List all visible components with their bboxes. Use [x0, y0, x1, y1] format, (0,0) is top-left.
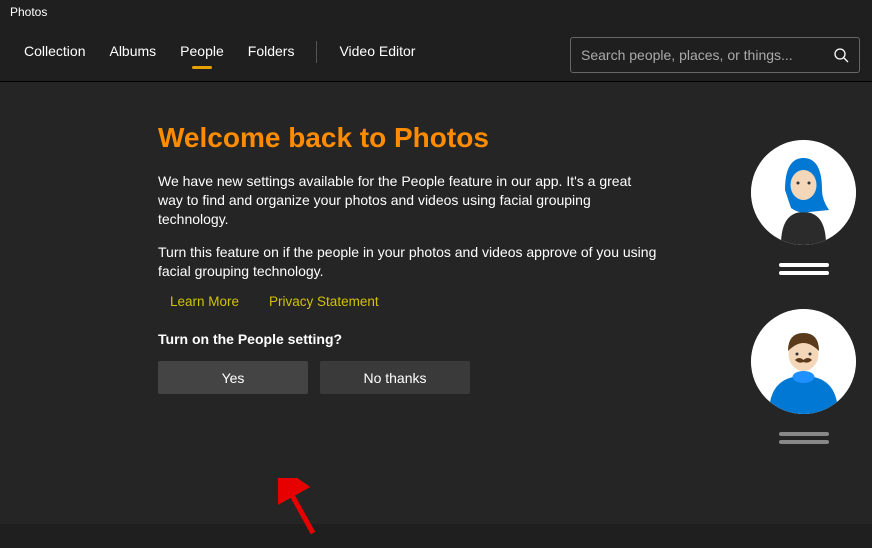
tab-folders[interactable]: Folders [236, 37, 307, 73]
main-content: Welcome back to Photos We have new setti… [0, 82, 872, 524]
search-input[interactable] [581, 47, 833, 63]
no-thanks-button[interactable]: No thanks [320, 361, 470, 394]
yes-button[interactable]: Yes [158, 361, 308, 394]
avatar [751, 309, 856, 414]
tab-people[interactable]: People [168, 37, 236, 73]
tab-video-editor[interactable]: Video Editor [327, 37, 427, 73]
nav-tabs: Collection Albums People Folders Video E… [12, 37, 427, 73]
annotation-arrow-icon [278, 478, 328, 548]
search-box[interactable] [570, 37, 860, 73]
top-nav-bar: Collection Albums People Folders Video E… [0, 28, 872, 82]
search-icon[interactable] [833, 47, 849, 63]
tab-collection[interactable]: Collection [12, 37, 97, 73]
intro-paragraph-2: Turn this feature on if the people in yo… [158, 243, 658, 281]
learn-more-link[interactable]: Learn More [170, 294, 239, 309]
avatar-placeholder-lines [779, 432, 829, 444]
tab-albums[interactable]: Albums [97, 37, 168, 73]
avatar-placeholder-lines [779, 263, 829, 275]
people-avatars [751, 140, 856, 444]
avatar-item [751, 140, 856, 275]
privacy-statement-link[interactable]: Privacy Statement [269, 294, 379, 309]
avatar [751, 140, 856, 245]
avatar-item [751, 309, 856, 444]
intro-paragraph-1: We have new settings available for the P… [158, 172, 658, 229]
tab-separator [316, 41, 317, 63]
window-title: Photos [0, 0, 872, 28]
